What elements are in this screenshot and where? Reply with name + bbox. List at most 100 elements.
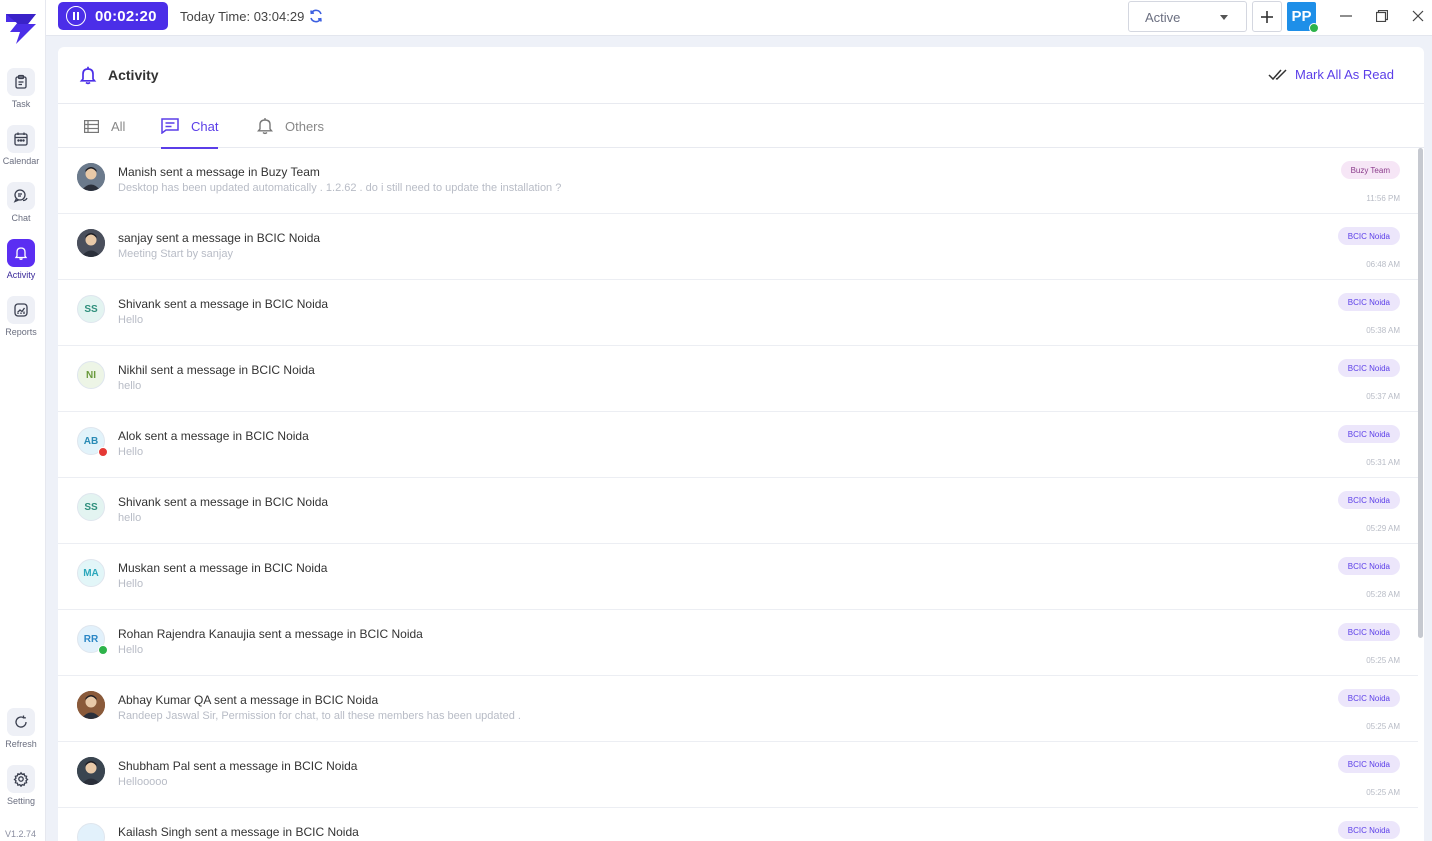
activity-time: 05:37 AM — [1366, 392, 1400, 401]
app-version: V1.2.74 — [5, 829, 37, 839]
list-scrollbar[interactable] — [1418, 148, 1423, 638]
list-item[interactable]: SS Shivank sent a message in BCIC Noida he… — [58, 478, 1418, 544]
activity-time: 05:28 AM — [1366, 590, 1400, 599]
today-time: Today Time: 03:04:29 — [180, 9, 305, 24]
sidebar-item-label: Chat — [11, 213, 31, 223]
sidebar-item-label: Reports — [5, 327, 37, 337]
caret-down-icon — [1220, 15, 1228, 20]
close-icon — [1412, 10, 1424, 22]
activity-subtitle: Randeep Jaswal Sir, Permission for chat,… — [118, 710, 521, 722]
activity-time: 05:31 AM — [1366, 458, 1400, 467]
mark-all-read-button[interactable]: Mark All As Read — [1268, 67, 1394, 82]
message-icon — [161, 118, 179, 134]
activity-title: Shivank sent a message in BCIC Noida — [118, 495, 329, 509]
channel-badge[interactable]: BCIC Noida — [1337, 293, 1400, 311]
sidebar-item-label: Task — [11, 99, 31, 109]
channel-badge[interactable]: Buzy Team — [1340, 161, 1400, 179]
list-item[interactable]: MA Muskan sent a message in BCIC Noida Hel… — [58, 544, 1418, 610]
list-item[interactable]: AB Alok sent a message in BCIC Noida Hello… — [58, 412, 1418, 478]
list-item[interactable]: SS Shivank sent a message in BCIC Noida He… — [58, 280, 1418, 346]
gear-icon — [7, 765, 35, 793]
activity-subtitle: Hello — [118, 578, 144, 590]
tab-all[interactable]: All — [84, 104, 125, 148]
avatar — [77, 163, 105, 191]
setting-button[interactable]: Setting — [0, 765, 42, 806]
activity-title: Manish sent a message in Buzy Team — [118, 165, 320, 179]
user-avatar[interactable]: PP — [1287, 2, 1319, 33]
clipboard-icon — [7, 68, 35, 96]
channel-badge[interactable]: BCIC Noida — [1337, 689, 1400, 707]
refresh-icon — [7, 708, 35, 736]
activity-time: 05:38 AM — [1366, 326, 1400, 335]
activity-time: 06:48 AM — [1366, 260, 1400, 269]
list-icon — [84, 119, 99, 133]
channel-badge[interactable]: BCIC Noida — [1337, 623, 1400, 641]
avatar: NI — [77, 361, 105, 389]
refresh-button[interactable]: Refresh — [0, 708, 42, 749]
tab-label: Others — [285, 118, 325, 134]
list-item[interactable]: NI Nikhil sent a message in BCIC Noida hel… — [58, 346, 1418, 412]
list-item[interactable]: RR Rohan Rajendra Kanaujia sent a message… — [58, 610, 1418, 676]
status-value: Active — [1145, 10, 1181, 25]
activity-subtitle: Meeting Start by sanjay — [118, 248, 233, 260]
avatar-initials: NI — [86, 369, 96, 381]
avatar-initials: AB — [83, 435, 99, 447]
tab-others[interactable]: Others — [257, 104, 324, 148]
chat-icon — [7, 182, 35, 210]
channel-badge[interactable]: BCIC Noida — [1337, 227, 1400, 245]
sidebar-item-calendar[interactable]: Calendar — [0, 125, 42, 166]
minimize-icon — [1340, 15, 1352, 17]
tab-label: All — [111, 118, 126, 134]
avatar — [77, 691, 105, 719]
tab-label: Chat — [191, 118, 219, 134]
list-item[interactable]: Manish sent a message in Buzy Team Deskto… — [58, 148, 1418, 214]
sidebar: Task Calendar Chat Activity Reports Refr… — [0, 0, 46, 841]
channel-badge[interactable]: BCIC Noida — [1337, 821, 1400, 839]
app-logo[interactable] — [4, 10, 38, 46]
sidebar-item-label: Calendar — [2, 156, 40, 166]
close-button[interactable] — [1408, 6, 1428, 26]
activity-subtitle: Hellooooo — [118, 776, 168, 788]
sidebar-item-task[interactable]: Task — [0, 68, 42, 109]
activity-subtitle: hello — [118, 380, 142, 392]
activity-time: 05:25 AM — [1366, 656, 1400, 665]
list-item[interactable]: Abhay Kumar QA sent a message in BCIC No… — [58, 676, 1418, 742]
list-item[interactable]: sanjay sent a message in BCIC Noida Meeti… — [58, 214, 1418, 280]
list-item[interactable]: Shubham Pal sent a message in BCIC Noida… — [58, 742, 1418, 808]
online-status-dot — [1309, 23, 1319, 33]
avatar — [77, 823, 105, 841]
sidebar-item-activity[interactable]: Activity — [0, 239, 42, 280]
sidebar-item-chat[interactable]: Chat — [0, 182, 42, 223]
activity-time: 05:25 AM — [1366, 788, 1400, 797]
bell-icon — [257, 118, 273, 135]
mark-all-read-label: Mark All As Read — [1295, 67, 1394, 82]
plus-icon — [1261, 10, 1273, 23]
activity-title: Rohan Rajendra Kanaujia sent a message i… — [118, 627, 423, 641]
timer-pause-button[interactable]: 00:02:20 — [58, 2, 168, 30]
sidebar-item-reports[interactable]: Reports — [0, 296, 42, 337]
avatar: SS — [77, 493, 105, 521]
activity-title: Shubham Pal sent a message in BCIC Noida — [118, 759, 358, 773]
channel-badge[interactable]: BCIC Noida — [1337, 491, 1400, 509]
list-item[interactable]: Kailash Singh sent a message in BCIC Noi… — [58, 808, 1418, 841]
activity-subtitle: Hello — [118, 644, 144, 656]
sync-icon[interactable] — [308, 8, 324, 24]
status-select[interactable]: Active — [1128, 1, 1247, 32]
avatar: AB — [77, 427, 108, 457]
reports-icon — [7, 296, 35, 324]
activity-title: Muskan sent a message in BCIC Noida — [118, 561, 328, 575]
tab-chat[interactable]: Chat — [161, 104, 219, 149]
channel-badge[interactable]: BCIC Noida — [1337, 425, 1400, 443]
avatar-initials: SS — [84, 501, 98, 513]
restore-button[interactable] — [1372, 6, 1392, 26]
page-title: Activity — [108, 67, 159, 83]
channel-badge[interactable]: BCIC Noida — [1337, 557, 1400, 575]
add-button[interactable] — [1252, 1, 1282, 32]
restore-icon — [1376, 10, 1388, 22]
channel-badge[interactable]: BCIC Noida — [1337, 755, 1400, 773]
activity-time: 05:29 AM — [1366, 524, 1400, 533]
sidebar-item-label: Setting — [6, 796, 36, 806]
channel-badge[interactable]: BCIC Noida — [1337, 359, 1400, 377]
activity-title: Nikhil sent a message in BCIC Noida — [118, 363, 315, 377]
minimize-button[interactable] — [1336, 6, 1356, 26]
